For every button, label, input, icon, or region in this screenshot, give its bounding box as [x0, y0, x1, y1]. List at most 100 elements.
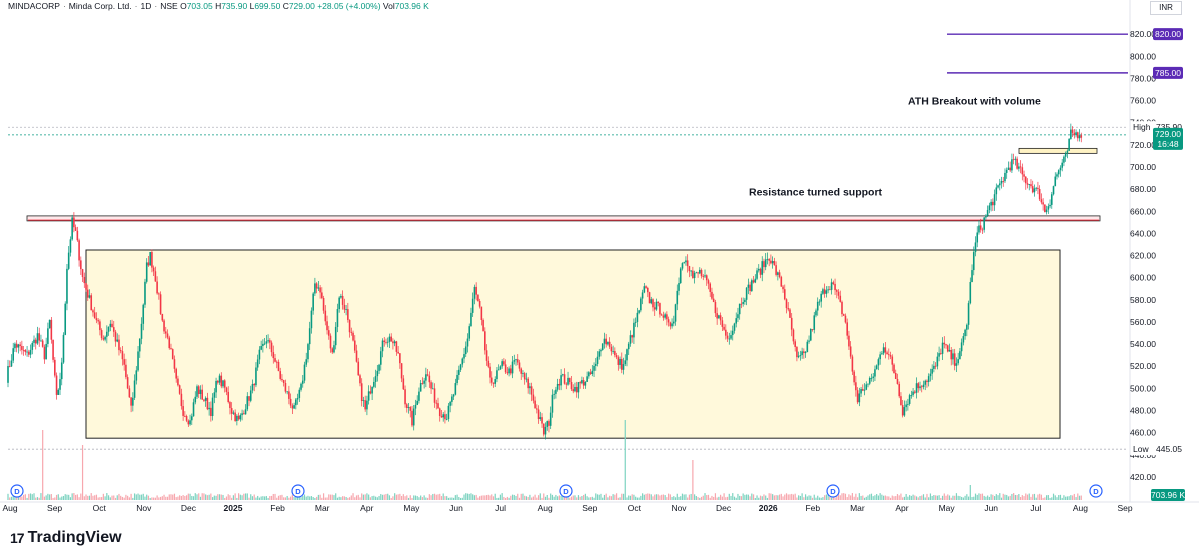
price-tick-label: 480.00 — [1130, 406, 1156, 416]
candle-body — [411, 410, 413, 426]
candle-body — [95, 318, 98, 321]
volume-bar — [215, 495, 217, 500]
candle-body — [334, 326, 337, 346]
candle-body — [83, 277, 86, 284]
volume-bar — [1039, 493, 1041, 500]
volume-bar — [196, 494, 198, 500]
candle-body — [201, 389, 203, 400]
volume-bar — [222, 494, 224, 500]
volume-bar — [111, 495, 113, 500]
candle-body — [938, 353, 940, 357]
candle-body — [669, 322, 672, 327]
candle-body — [690, 270, 692, 272]
candle-body — [425, 374, 427, 381]
candle-body — [685, 260, 687, 263]
price-chart[interactable]: ATH Breakout with volume Resistance turne… — [0, 0, 1199, 525]
candle-body — [646, 287, 649, 293]
candle-body — [945, 344, 947, 346]
volume-bar — [499, 494, 502, 500]
volume-bar — [510, 495, 512, 500]
candle-body — [48, 319, 51, 329]
candle-body — [771, 261, 774, 264]
volume-bar — [177, 496, 179, 500]
volume-bar — [912, 494, 914, 500]
candle-body — [747, 284, 750, 288]
time-tick-label: Apr — [360, 503, 373, 513]
volume-bar — [622, 493, 625, 500]
candle-body — [678, 283, 680, 291]
candle-body — [482, 319, 484, 332]
candle-body — [284, 383, 287, 392]
candle-body — [373, 381, 375, 387]
volume-bar — [884, 495, 886, 500]
volume-bar — [62, 495, 65, 500]
volume-bar — [626, 497, 628, 500]
candle-body — [853, 371, 855, 383]
time-tick-label: Mar — [315, 503, 330, 513]
volume-bar — [711, 495, 713, 500]
volume-bar — [726, 496, 729, 500]
candle-body — [851, 356, 854, 372]
volume-bar — [506, 496, 508, 500]
candle-body — [884, 347, 887, 353]
volume-bar — [172, 494, 174, 500]
candle-body — [230, 408, 233, 414]
volume-bar — [881, 494, 883, 500]
candle-body — [959, 351, 961, 360]
volume-bar — [850, 495, 852, 500]
candle-body — [36, 333, 39, 344]
candle-body — [633, 322, 635, 338]
candle-body — [1059, 167, 1062, 171]
volume-bar — [95, 494, 98, 500]
candle-body — [22, 349, 25, 351]
volume-bar — [342, 496, 344, 500]
candle-body — [341, 295, 344, 305]
candle-body — [709, 283, 712, 292]
volume-bar — [813, 494, 815, 500]
candle-body — [253, 384, 256, 386]
volume-bar — [539, 493, 541, 500]
candle-body — [617, 357, 620, 365]
tradingview-logo[interactable]: 17 TradingView — [10, 528, 122, 548]
volume-bar — [166, 496, 169, 500]
candle-body — [197, 386, 200, 395]
dividend-marker-letter: D — [563, 487, 569, 496]
candle-body — [1070, 129, 1072, 139]
volume-bar — [581, 496, 583, 500]
candle-body — [693, 272, 696, 279]
volume-bar — [392, 496, 394, 500]
volume-bar — [335, 493, 337, 500]
price-tick-label: 580.00 — [1130, 295, 1156, 305]
volume-bar — [366, 493, 368, 500]
candle-body — [976, 232, 979, 243]
volume-bar — [583, 494, 585, 500]
candle-body — [941, 342, 944, 354]
volume-bar — [466, 493, 469, 500]
candle-body — [265, 341, 268, 344]
candle-body — [581, 380, 583, 384]
candle-body — [348, 319, 351, 333]
candle-body — [893, 364, 895, 373]
volume-bar — [1078, 495, 1081, 500]
volume-bar — [560, 495, 562, 500]
candle-body — [568, 377, 571, 383]
volume-bar — [595, 493, 597, 500]
volume-bar — [988, 496, 990, 500]
candle-body — [307, 344, 309, 360]
volume-bar — [796, 497, 798, 500]
candle-body — [754, 278, 757, 283]
price-tick-label: 780.00 — [1130, 73, 1156, 83]
candle-body — [742, 302, 744, 304]
volume-bar — [55, 494, 58, 500]
time-tick-label: Jun — [449, 503, 463, 513]
volume-bar — [879, 493, 881, 500]
volume-bar — [437, 494, 439, 500]
candle-body — [1007, 167, 1010, 170]
volume-bar — [973, 496, 975, 500]
candle-body — [1031, 186, 1034, 193]
volume-bar — [475, 494, 477, 500]
volume-bar — [336, 497, 339, 500]
volume-bar — [92, 495, 94, 500]
candle-body — [383, 340, 386, 342]
candle-body — [860, 389, 862, 394]
